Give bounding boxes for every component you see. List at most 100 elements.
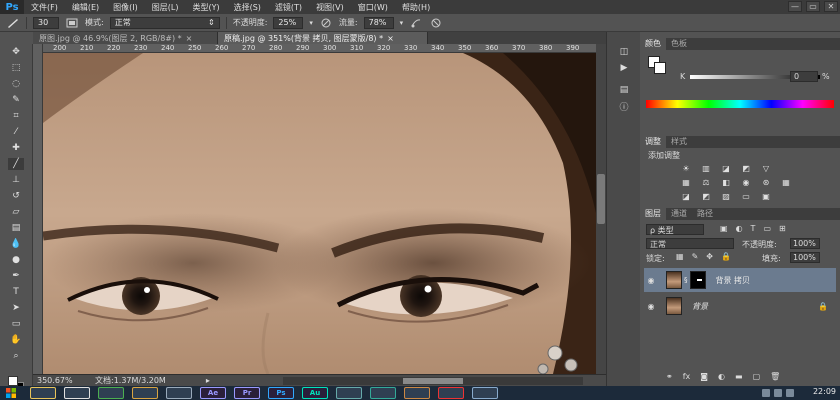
pressure-size-icon[interactable] (429, 17, 443, 29)
move-tool-icon[interactable]: ✥ (8, 46, 24, 58)
folder-icon[interactable]: ▬ (735, 372, 743, 381)
taskbar-folder-icon[interactable] (132, 387, 158, 399)
pressure-opacity-icon[interactable] (319, 17, 333, 29)
levels-icon[interactable]: ▥ (700, 164, 712, 174)
menu-edit[interactable]: 编辑(E) (65, 2, 106, 13)
color-balance-icon[interactable]: ⚖ (700, 178, 712, 188)
pen-tool-icon[interactable]: ✒ (8, 270, 24, 282)
layer-name[interactable]: 背景 拷贝 (716, 275, 751, 286)
chevron-down-icon[interactable]: ▾ (400, 19, 404, 27)
chain-link-icon[interactable]: § (684, 276, 688, 284)
menu-type[interactable]: 类型(Y) (185, 2, 226, 13)
trash-icon[interactable]: 🗑 (770, 372, 780, 381)
visibility-eye-icon[interactable]: ◉ (644, 276, 658, 285)
layer-name[interactable]: 背景 (692, 301, 708, 312)
gradient-map-icon[interactable]: ▭ (740, 192, 752, 202)
lock-pixels-icon[interactable]: ✎ (692, 252, 699, 261)
taskbar-flash-icon[interactable] (438, 387, 464, 399)
filter-adjust-icon[interactable]: ◐ (736, 224, 743, 233)
adjust-icon[interactable]: ◐ (718, 372, 725, 381)
history-brush-tool-icon[interactable]: ↺ (8, 190, 24, 202)
lasso-tool-icon[interactable]: ◌ (8, 78, 24, 90)
taskbar-explorer-icon[interactable] (30, 387, 56, 399)
blend-mode-select[interactable]: 正常 (646, 238, 734, 249)
mask-icon[interactable]: ◙ (700, 372, 708, 381)
selective-color-icon[interactable]: ▣ (760, 192, 772, 202)
mode-select[interactable]: 正常 ⇕ (109, 16, 220, 29)
chevron-down-icon[interactable]: ▾ (309, 19, 313, 27)
k-value-field[interactable]: 0 (790, 71, 818, 82)
tab-layers[interactable]: 图层 (640, 208, 666, 220)
lock-transparent-icon[interactable]: ▦ (676, 252, 684, 261)
menu-view[interactable]: 视图(V) (309, 2, 351, 13)
tab-paths[interactable]: 路径 (692, 208, 718, 220)
taskbar-window-icon[interactable] (472, 387, 498, 399)
layer-mask-thumbnail[interactable] (689, 271, 706, 289)
document-canvas[interactable] (43, 53, 596, 374)
hand-tool-icon[interactable]: ✋ (8, 334, 24, 346)
posterize-icon[interactable]: ◩ (700, 192, 712, 202)
menu-window[interactable]: 窗口(W) (351, 2, 395, 13)
taskbar-clock[interactable]: 22:09 (813, 387, 836, 396)
layer-row[interactable]: ◉ 背景 🔒 (644, 294, 836, 318)
tray-volume-icon[interactable] (774, 389, 782, 397)
restore-button[interactable]: ▭ (806, 1, 820, 12)
vibrance-icon[interactable]: ▽ (760, 164, 772, 174)
airbrush-icon[interactable] (409, 17, 423, 29)
brush-preset-icon[interactable] (6, 17, 20, 29)
menu-layer[interactable]: 图层(L) (145, 2, 186, 13)
black-white-icon[interactable]: ◧ (720, 178, 732, 188)
taskbar-after-effects-icon[interactable]: Ae (200, 387, 226, 399)
flow-field[interactable]: 78% (363, 16, 394, 29)
tab-adjustments[interactable]: 调整 (640, 136, 666, 148)
brush-tool-icon[interactable]: ╱ (8, 158, 24, 170)
eraser-tool-icon[interactable]: ▱ (8, 206, 24, 218)
filter-pixel-icon[interactable]: ▣ (720, 224, 728, 233)
vertical-scrollbar[interactable] (596, 44, 606, 374)
hue-saturation-icon[interactable]: ▦ (680, 178, 692, 188)
dodge-tool-icon[interactable]: ● (8, 254, 24, 266)
taskbar-settings-icon[interactable] (166, 387, 192, 399)
tray-flag-icon[interactable] (786, 389, 794, 397)
minimize-button[interactable]: — (788, 1, 802, 12)
layer-filter-select[interactable]: ρ 类型 (646, 224, 704, 235)
layer-row[interactable]: ◉ § 背景 拷贝 (644, 268, 836, 292)
actions-panel-icon[interactable]: ▶ (616, 62, 632, 74)
lock-position-icon[interactable]: ✥ (706, 252, 713, 261)
document-tab[interactable]: 原图.jpg @ 46.9%(图层 2, RGB/8#) * × (33, 32, 218, 44)
photo-filter-icon[interactable]: ◉ (740, 178, 752, 188)
menu-image[interactable]: 图像(I) (106, 2, 145, 13)
zoom-tool-icon[interactable]: ⌕ (8, 350, 24, 362)
taskbar-chrome-icon[interactable] (98, 387, 124, 399)
scroll-thumb[interactable] (597, 174, 605, 224)
fx-icon[interactable]: fx (683, 372, 691, 381)
menu-filter[interactable]: 滤镜(T) (268, 2, 309, 13)
brush-panel-icon[interactable] (65, 17, 79, 29)
brush-size-picker[interactable]: 30 (33, 16, 59, 29)
taskbar-browser-icon[interactable] (370, 387, 396, 399)
visibility-eye-icon[interactable]: ◉ (644, 302, 658, 311)
taskbar-media-player-icon[interactable] (64, 387, 90, 399)
color-lookup-icon[interactable]: ▦ (780, 178, 792, 188)
crop-tool-icon[interactable]: ⌗ (8, 110, 24, 122)
taskbar-media-encoder-icon[interactable] (336, 387, 362, 399)
invert-icon[interactable]: ◪ (680, 192, 692, 202)
taskbar-premiere-icon[interactable]: Pr (234, 387, 260, 399)
filter-type-icon[interactable]: T (751, 224, 756, 233)
new-layer-icon[interactable]: ▢ (753, 372, 761, 381)
gradient-tool-icon[interactable]: ▤ (8, 222, 24, 234)
document-tab-active[interactable]: 原稿.jpg @ 351%(背景 拷贝, 图层蒙版/8) * × (218, 32, 428, 44)
properties-panel-icon[interactable]: ▤ (616, 84, 632, 96)
curves-icon[interactable]: ◪ (720, 164, 732, 174)
blur-tool-icon[interactable]: 💧 (8, 238, 24, 250)
taskbar-archive-icon[interactable] (404, 387, 430, 399)
clone-stamp-tool-icon[interactable]: ⊥ (8, 174, 24, 186)
taskbar-audition-icon[interactable]: Au (302, 387, 328, 399)
horizontal-scrollbar[interactable] (283, 377, 583, 385)
layer-opacity-field[interactable]: 100% (790, 238, 820, 249)
history-panel-icon[interactable]: ◫ (616, 46, 632, 58)
background-color-swatch[interactable] (654, 62, 666, 74)
tab-swatches[interactable]: 色板 (666, 38, 692, 50)
lock-all-icon[interactable]: 🔒 (721, 252, 731, 261)
tab-color[interactable]: 颜色 (640, 38, 666, 50)
